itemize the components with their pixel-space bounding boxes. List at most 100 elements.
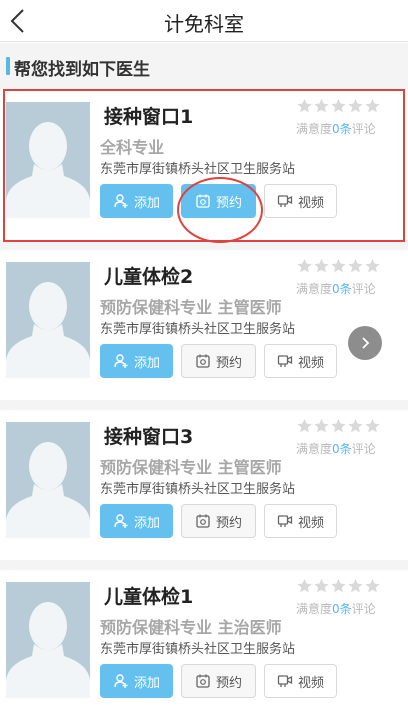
add-button-label: 添加 xyxy=(133,675,160,691)
add-button[interactable]: 添加 xyxy=(100,344,173,378)
video-button-label: 视频 xyxy=(297,515,324,531)
star-icon xyxy=(364,418,381,433)
calendar-icon xyxy=(195,353,211,369)
video-call-icon xyxy=(277,673,293,689)
video-button-label: 视频 xyxy=(297,355,324,371)
rating-suffix: 评论 xyxy=(351,122,376,136)
add-button[interactable]: 添加 xyxy=(100,184,173,218)
video-button-label: 视频 xyxy=(297,675,324,691)
rating-summary: 满意度0条评论 xyxy=(296,280,376,297)
rating-suffix: 评论 xyxy=(351,602,376,616)
rating-summary: 满意度0条评论 xyxy=(296,120,376,137)
add-button-label: 添加 xyxy=(133,195,160,211)
calendar-icon xyxy=(195,193,211,209)
rating-count[interactable]: 0条 xyxy=(332,122,352,136)
avatar-silhouette-icon xyxy=(6,262,90,378)
star-icon xyxy=(296,418,313,433)
doctor-specialty: 预防保健科专业 主管医师 xyxy=(100,458,282,477)
video-button[interactable]: 视频 xyxy=(264,504,337,538)
star-icon xyxy=(364,578,381,593)
video-button[interactable]: 视频 xyxy=(264,184,337,218)
calendar-icon xyxy=(195,513,211,529)
avatar-silhouette-icon xyxy=(6,582,90,698)
doctor-card[interactable]: 接种窗口3 预防保健科专业 主管医师东莞市厚街镇桥头社区卫生服务站 满意度0条评论添… xyxy=(0,410,408,560)
star-icon xyxy=(313,578,330,593)
section-title: 帮您找到如下医生 xyxy=(14,60,150,80)
rating-summary: 满意度0条评论 xyxy=(296,440,376,457)
rating-count[interactable]: 0条 xyxy=(332,442,352,456)
doctor-card[interactable]: 接种窗口1 全科专业东莞市厚街镇桥头社区卫生服务站 满意度0条评论添加 预约 视频 xyxy=(0,90,408,240)
calendar-icon xyxy=(195,673,211,689)
doctor-name[interactable]: 接种窗口1 xyxy=(104,102,193,129)
rating-prefix: 满意度 xyxy=(296,602,333,616)
star-rating xyxy=(296,258,381,277)
book-button[interactable]: 预约 xyxy=(181,664,256,698)
user-add-icon xyxy=(113,673,129,689)
user-add-icon xyxy=(113,353,129,369)
book-button-label: 预约 xyxy=(215,355,242,371)
book-button-label: 预约 xyxy=(215,675,242,691)
doctor-organization: 东莞市厚街镇桥头社区卫生服务站 xyxy=(100,642,296,657)
star-icon xyxy=(364,258,381,273)
doctor-card[interactable]: 儿童体检1 预防保健科专业 主治医师东莞市厚街镇桥头社区卫生服务站 满意度0条评论添… xyxy=(0,570,408,717)
star-icon xyxy=(296,98,313,113)
avatar-silhouette-icon xyxy=(6,422,90,538)
star-rating xyxy=(296,418,381,437)
star-icon xyxy=(330,418,347,433)
doctor-name[interactable]: 儿童体检1 xyxy=(104,582,193,609)
video-call-icon xyxy=(277,513,293,529)
star-icon xyxy=(330,98,347,113)
doctor-organization: 东莞市厚街镇桥头社区卫生服务站 xyxy=(100,162,296,177)
page-title: 计免科室 xyxy=(164,12,244,36)
star-rating xyxy=(296,98,381,117)
avatar-silhouette-icon xyxy=(6,102,90,218)
star-icon xyxy=(296,578,313,593)
book-button-label: 预约 xyxy=(215,195,242,211)
book-button[interactable]: 预约 xyxy=(181,184,256,218)
star-icon xyxy=(347,418,364,433)
add-button[interactable]: 添加 xyxy=(100,664,173,698)
user-add-icon xyxy=(113,513,129,529)
video-button-label: 视频 xyxy=(297,195,324,211)
doctor-card[interactable]: 儿童体检2 预防保健科专业 主管医师 东莞市厚街镇桥头社区卫生服务站 满意度0条评论添… xyxy=(0,250,408,400)
star-icon xyxy=(313,418,330,433)
card-separator xyxy=(0,560,408,570)
star-icon xyxy=(313,98,330,113)
card-separator xyxy=(0,400,408,410)
rating-summary: 满意度0条评论 xyxy=(296,600,376,617)
rating-prefix: 满意度 xyxy=(296,122,333,136)
doctor-organization: 东莞市厚街镇桥头社区卫生服务站 xyxy=(100,482,296,497)
rating-suffix: 评论 xyxy=(351,442,376,456)
video-call-icon xyxy=(277,353,293,369)
star-rating xyxy=(296,578,381,597)
rating-prefix: 满意度 xyxy=(296,282,333,296)
rating-count[interactable]: 0条 xyxy=(332,282,352,296)
star-icon xyxy=(330,578,347,593)
add-button-label: 添加 xyxy=(133,355,160,371)
rating-count[interactable]: 0条 xyxy=(332,602,352,616)
star-icon xyxy=(347,258,364,273)
doctor-specialty: 全科专业 xyxy=(100,138,165,157)
doctor-name[interactable]: 接种窗口3 xyxy=(104,422,193,449)
chevron-right-icon[interactable] xyxy=(348,326,382,360)
rating-prefix: 满意度 xyxy=(296,442,333,456)
star-icon xyxy=(347,578,364,593)
card-separator xyxy=(0,240,408,250)
star-icon xyxy=(364,98,381,113)
book-button[interactable]: 预约 xyxy=(181,504,256,538)
user-add-icon xyxy=(113,193,129,209)
add-button-label: 添加 xyxy=(133,515,160,531)
section-accent-bar xyxy=(6,57,10,75)
book-button-label: 预约 xyxy=(215,515,242,531)
doctor-specialty: 预防保健科专业 主管医师 xyxy=(100,298,282,317)
rating-suffix: 评论 xyxy=(351,282,376,296)
video-button[interactable]: 视频 xyxy=(264,344,337,378)
star-icon xyxy=(313,258,330,273)
star-icon xyxy=(296,258,313,273)
video-button[interactable]: 视频 xyxy=(264,664,337,698)
doctor-specialty: 预防保健科专业 主治医师 xyxy=(100,618,282,637)
top-navigation-bar: 计免科室 xyxy=(0,0,408,42)
add-button[interactable]: 添加 xyxy=(100,504,173,538)
book-button[interactable]: 预约 xyxy=(181,344,256,378)
doctor-name[interactable]: 儿童体检2 xyxy=(104,262,193,289)
